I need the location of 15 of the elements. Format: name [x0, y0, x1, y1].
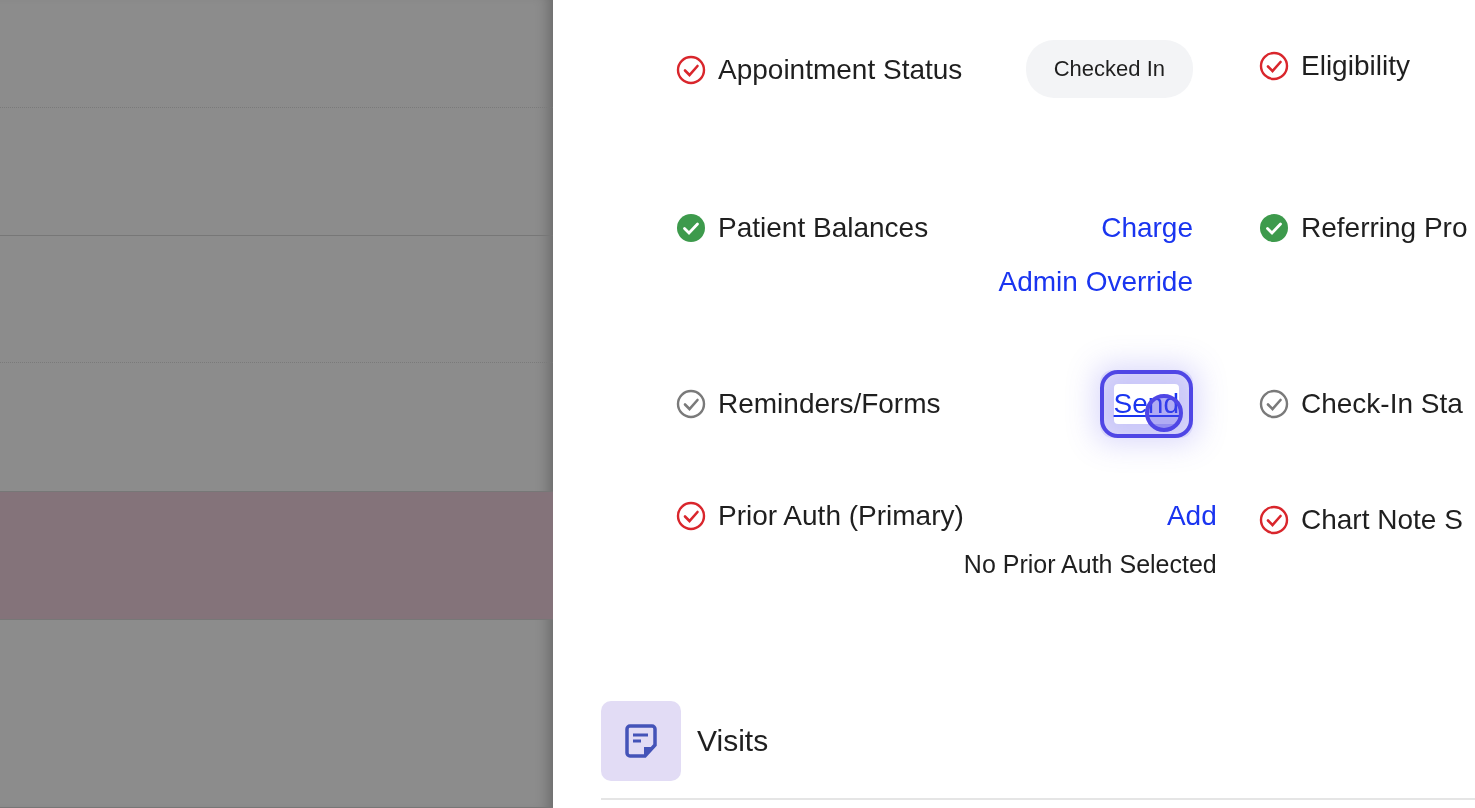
- checklist-label: Appointment Status: [718, 54, 963, 86]
- note-icon: [601, 701, 681, 781]
- checklist-label: Reminders/Forms: [718, 388, 941, 420]
- checklist-label: Chart Note S: [1301, 504, 1463, 536]
- note-text: No Prior Auth Selected: [963, 550, 1217, 579]
- checklist-label: Eligibility: [1301, 50, 1410, 82]
- action-link[interactable]: Charge: [1101, 208, 1193, 248]
- checklist-label: Patient Balances: [718, 212, 929, 244]
- section-title: Visits: [697, 724, 769, 758]
- status-badge: Checked In: [1025, 40, 1193, 98]
- action-link[interactable]: Add: [1166, 496, 1217, 536]
- checklist-label: Referring Pro: [1301, 212, 1468, 244]
- checklist-label: Check-In Sta: [1301, 388, 1463, 420]
- action-link[interactable]: Admin Override: [998, 262, 1193, 302]
- checklist-label: Prior Auth (Primary): [718, 500, 964, 532]
